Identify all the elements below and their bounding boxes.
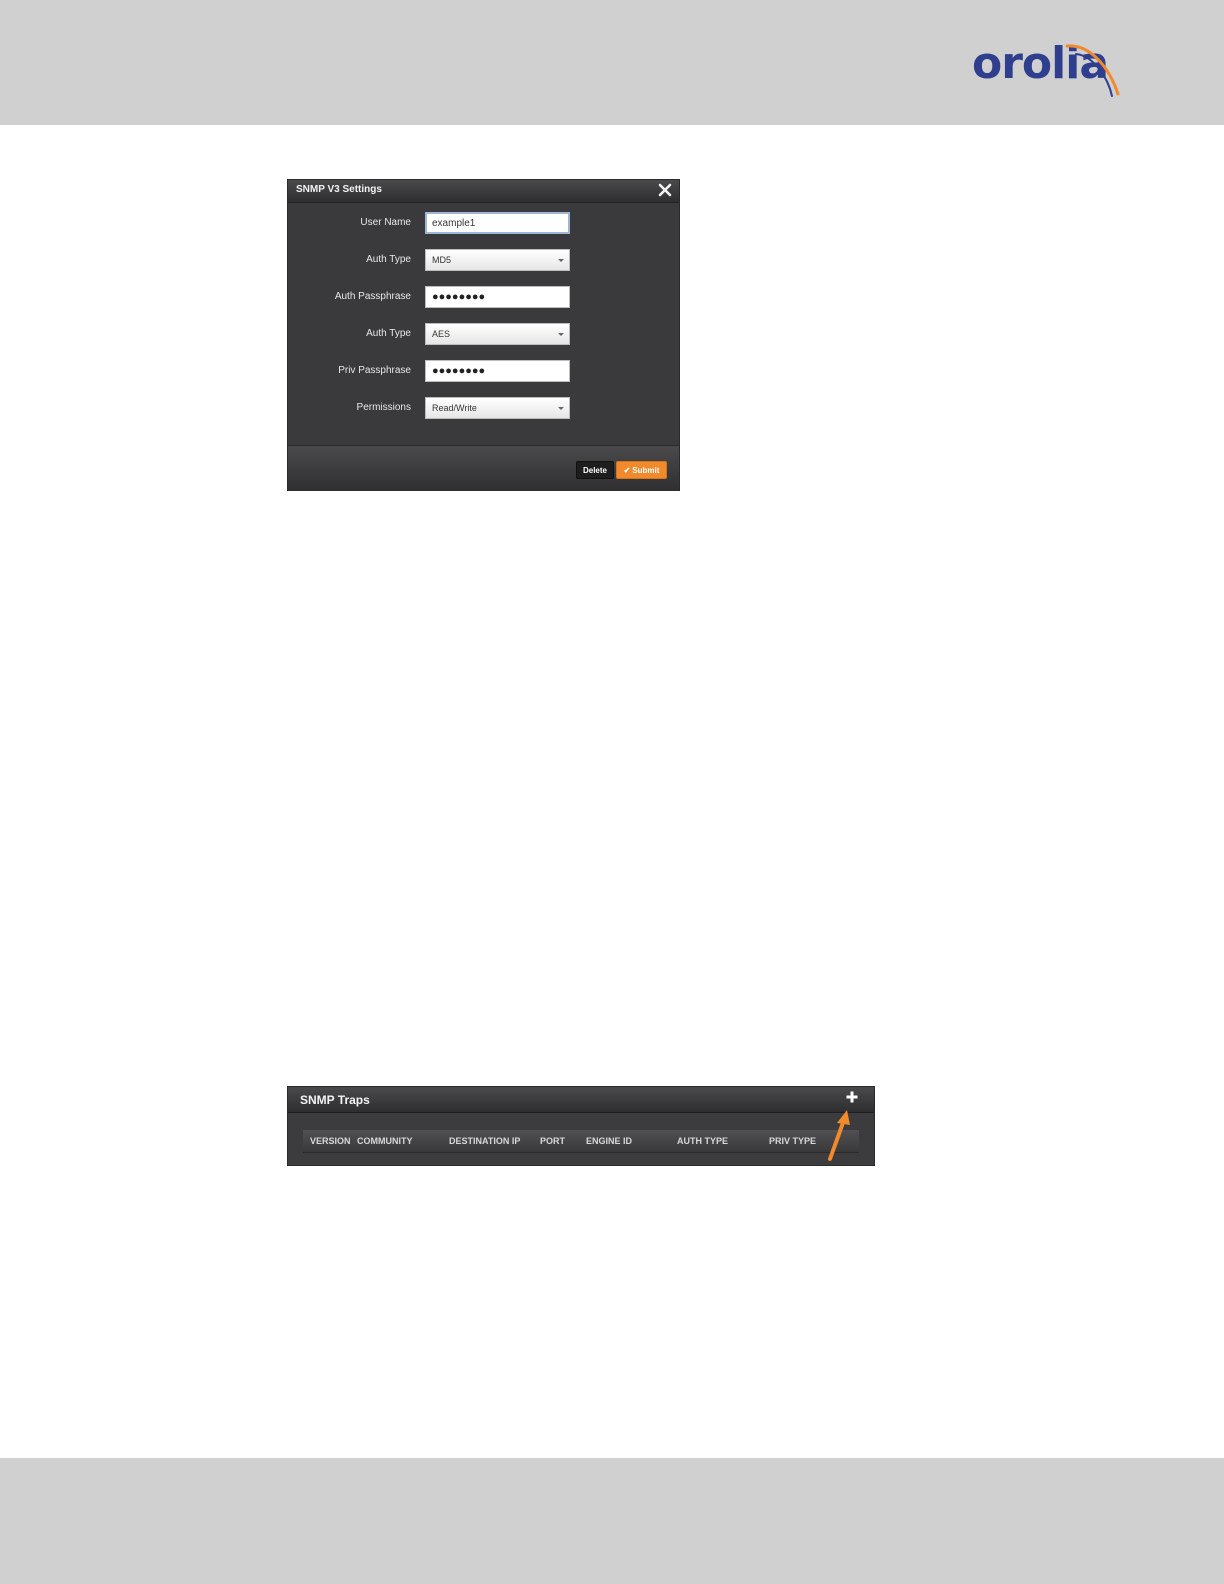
dialog-footer: Delete ✔ Submit xyxy=(288,445,679,491)
submit-button[interactable]: ✔ Submit xyxy=(616,461,667,479)
priv-auth-type-value: AES xyxy=(432,329,451,339)
priv-auth-type-select[interactable]: AES xyxy=(425,323,570,345)
chevron-down-icon xyxy=(558,259,564,262)
snmp-v3-settings-dialog: SNMP V3 Settings User Name example1 Auth… xyxy=(288,180,679,491)
priv-type-row: Auth Type AES xyxy=(288,323,679,347)
page-header-band: orolia xyxy=(0,0,1224,125)
auth-type-row: Auth Type MD5 xyxy=(288,249,679,273)
submit-label: Submit xyxy=(632,466,660,475)
delete-button[interactable]: Delete xyxy=(576,461,614,479)
priv-passphrase-label: Priv Passphrase xyxy=(338,365,411,376)
snmp-traps-panel: SNMP Traps VERSION COMMUNITY DESTINATION… xyxy=(288,1087,874,1165)
priv-passphrase-row: Priv Passphrase ●●●●●●●● xyxy=(288,360,679,384)
user-name-row: User Name example1 xyxy=(288,212,679,236)
permissions-value: Read/Write xyxy=(432,403,477,413)
permissions-row: Permissions Read/Write xyxy=(288,397,679,421)
close-icon[interactable] xyxy=(657,182,673,198)
priv-passphrase-masked-value: ●●●●●●●● xyxy=(432,365,486,377)
dialog-header: SNMP V3 Settings xyxy=(288,180,679,203)
auth-type-select[interactable]: MD5 xyxy=(425,249,570,271)
auth-passphrase-input[interactable]: ●●●●●●●● xyxy=(425,286,570,308)
logo-orange-arc-icon xyxy=(1065,44,1120,97)
check-icon: ✔ xyxy=(623,466,631,475)
priv-passphrase-input[interactable]: ●●●●●●●● xyxy=(425,360,570,382)
auth-passphrase-masked-value: ●●●●●●●● xyxy=(432,291,486,303)
dialog-title: SNMP V3 Settings xyxy=(296,184,382,195)
user-name-input[interactable]: example1 xyxy=(425,212,570,234)
orange-arrow-annotation-icon xyxy=(828,1110,850,1161)
priv-auth-type-label: Auth Type xyxy=(366,328,411,339)
auth-type-value: MD5 xyxy=(432,255,452,265)
user-name-label: User Name xyxy=(360,217,411,228)
auth-type-label: Auth Type xyxy=(366,254,411,265)
chevron-down-icon xyxy=(558,333,564,336)
user-name-value: example1 xyxy=(432,218,476,229)
permissions-label: Permissions xyxy=(356,402,411,413)
auth-passphrase-label: Auth Passphrase xyxy=(334,291,411,302)
orolia-logo: orolia xyxy=(972,40,1122,100)
auth-passphrase-row: Auth Passphrase ●●●●●●●● xyxy=(288,286,679,310)
chevron-down-icon xyxy=(558,407,564,410)
permissions-select[interactable]: Read/Write xyxy=(425,397,570,419)
page-footer-band xyxy=(0,1458,1224,1584)
